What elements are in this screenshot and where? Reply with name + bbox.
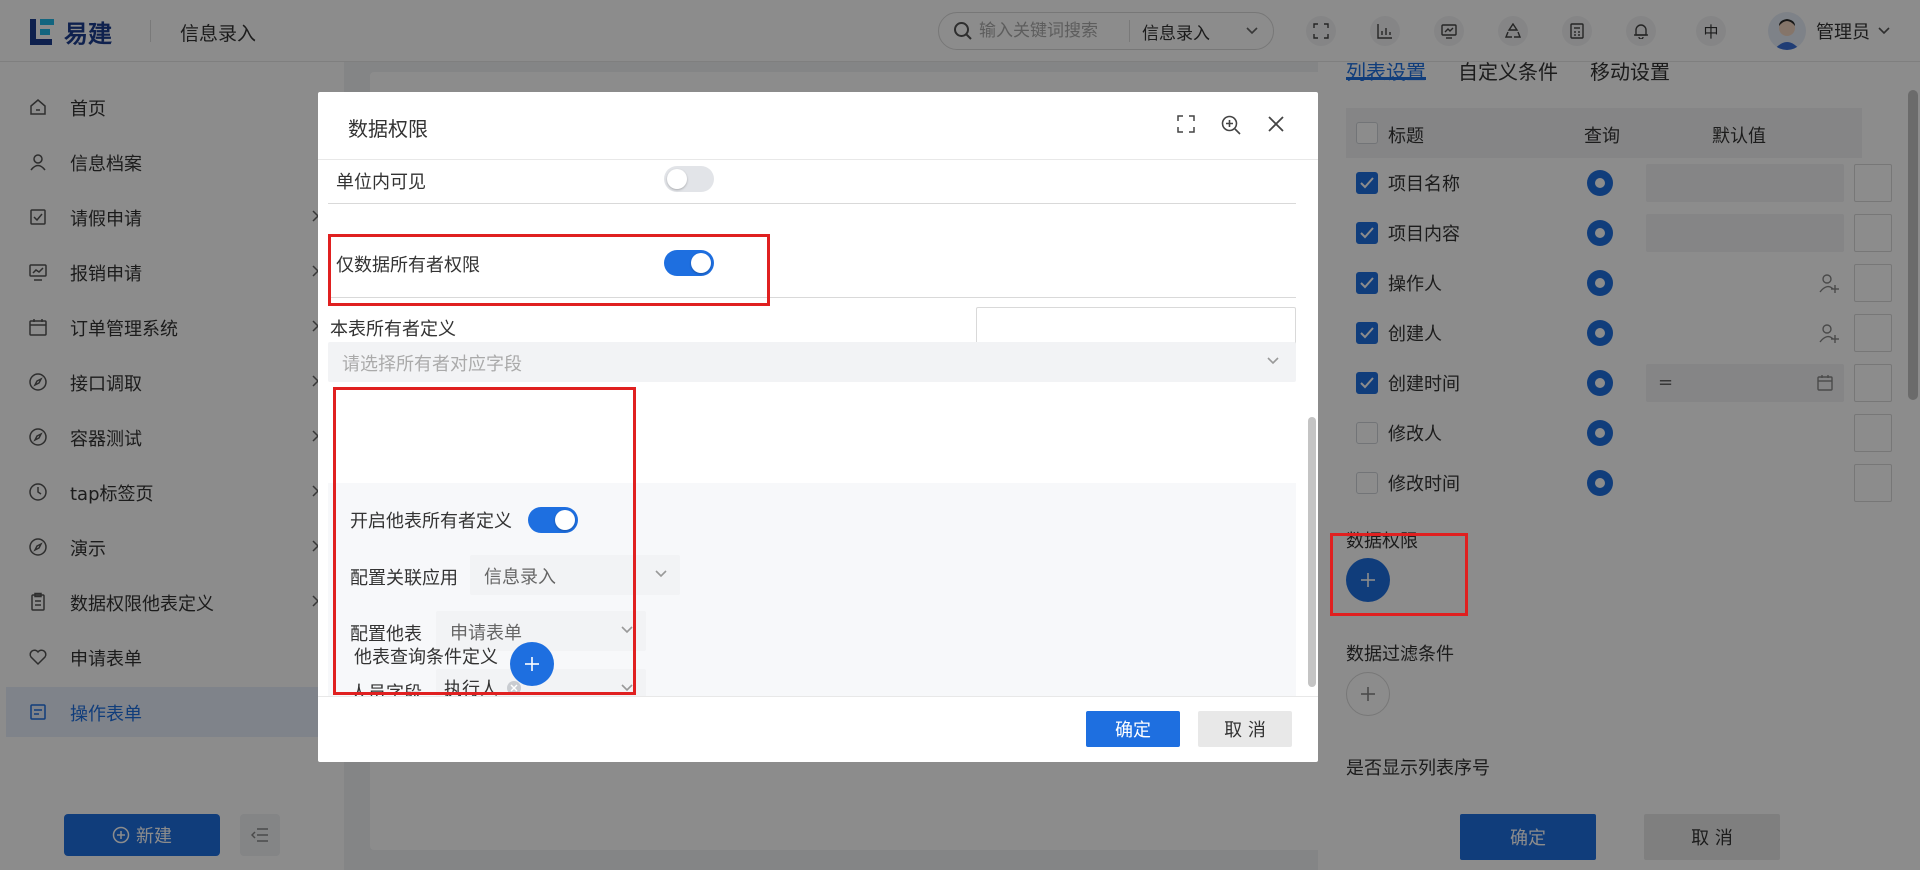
fullscreen-icon[interactable] [1176,114,1196,134]
owner-only-input[interactable] [976,307,1296,347]
owner-field-select[interactable]: 请选择所有者对应字段 [328,342,1296,382]
zoom-icon[interactable] [1220,114,1242,136]
chevron-down-icon [654,569,668,579]
dialog-footer: 确定 取 消 [318,696,1318,762]
unit-visible-switch[interactable] [664,166,714,192]
annotation-box-data-permission [1330,533,1468,616]
owner-field-placeholder: 请选择所有者对应字段 [342,354,522,375]
unit-visible-label: 单位内可见 [336,172,426,193]
chevron-down-icon [1266,356,1280,366]
table-owner-label: 本表所有者定义 [330,319,456,340]
dialog-scrollbar[interactable] [1308,417,1316,687]
dialog-title: 数据权限 [348,117,428,141]
dialog-cancel-button[interactable]: 取 消 [1198,711,1292,747]
annotation-box-owner-only [328,234,770,306]
close-icon[interactable] [1266,114,1286,134]
annotation-box-other-table [333,387,636,695]
divider [328,203,1296,204]
dialog-confirm-button[interactable]: 确定 [1086,711,1180,747]
dialog-header: 数据权限 [318,92,1318,160]
